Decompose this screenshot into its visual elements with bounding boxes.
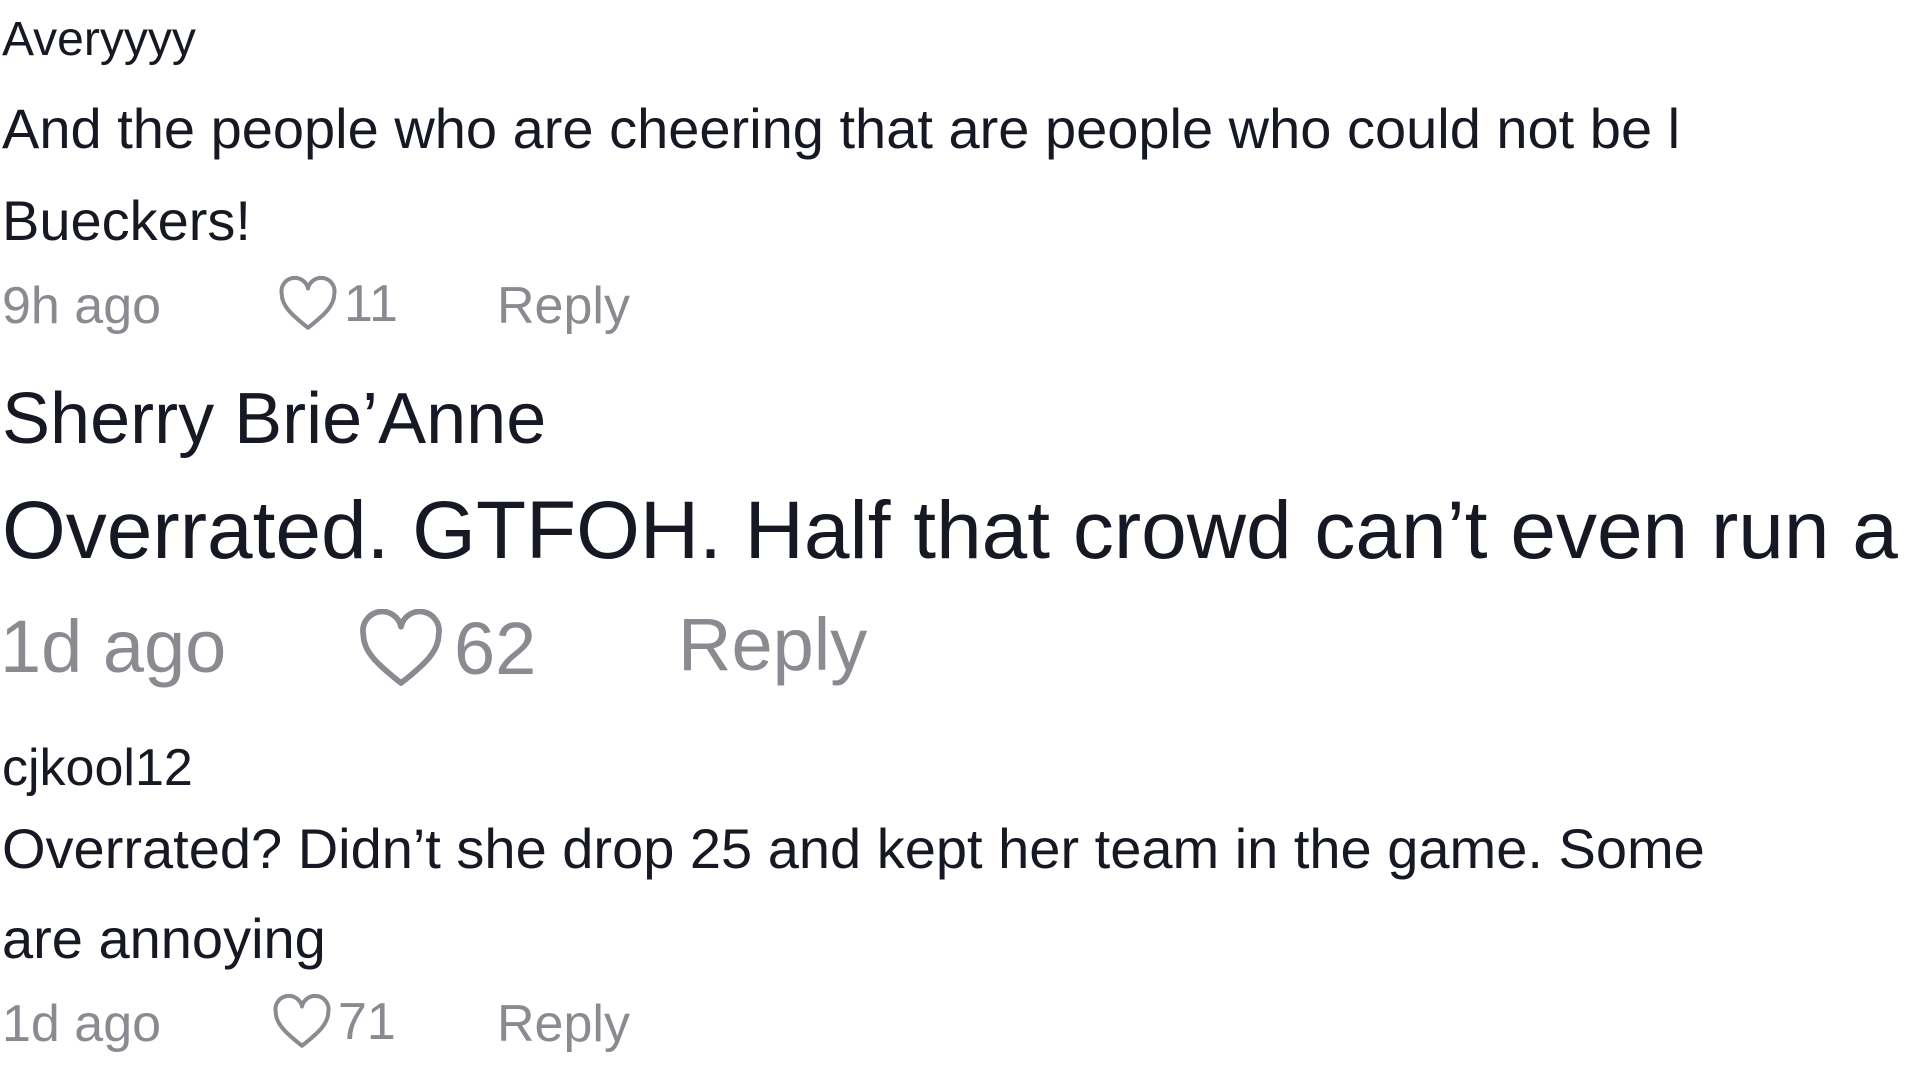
- like-count: 71: [338, 993, 396, 1051]
- comment-text-line: Overrated. GTFOH. Half that crowd can’t …: [2, 485, 1898, 576]
- comment-item: cjkool12 Overrated? Didn’t she drop 25 a…: [0, 720, 1920, 1080]
- like-button[interactable]: 62: [358, 606, 536, 691]
- comment-text-line: Overrated? Didn’t she drop 25 and kept h…: [2, 817, 1705, 880]
- comment-text-line: Bueckers!: [2, 189, 251, 252]
- like-count: 11: [344, 275, 398, 333]
- reply-button[interactable]: Reply: [497, 276, 630, 336]
- comment-text-line: are annoying: [2, 907, 326, 970]
- comment-text-line: And the people who are cheering that are…: [2, 97, 1681, 160]
- like-button[interactable]: 11: [278, 274, 398, 334]
- like-button[interactable]: 71: [272, 992, 396, 1052]
- comment-item: Averyyyy And the people who are cheering…: [0, 0, 1920, 360]
- comment-timestamp: 9h ago: [2, 277, 162, 335]
- comment-timestamp: 1d ago: [2, 995, 162, 1053]
- comment-username[interactable]: Averyyyy: [2, 12, 196, 67]
- comment-username[interactable]: Sherry Brie’Anne: [2, 378, 546, 460]
- reply-button[interactable]: Reply: [678, 602, 867, 687]
- heart-outline-icon: [273, 994, 331, 1048]
- like-count: 62: [454, 607, 537, 690]
- heart-outline-icon: [279, 276, 337, 330]
- comment-username[interactable]: cjkool12: [2, 738, 193, 798]
- comment-item: Sherry Brie’Anne Overrated. GTFOH. Half …: [0, 360, 1920, 720]
- heart-outline-icon: [360, 608, 442, 686]
- comment-timestamp: 1d ago: [0, 605, 227, 688]
- reply-button[interactable]: Reply: [497, 994, 630, 1054]
